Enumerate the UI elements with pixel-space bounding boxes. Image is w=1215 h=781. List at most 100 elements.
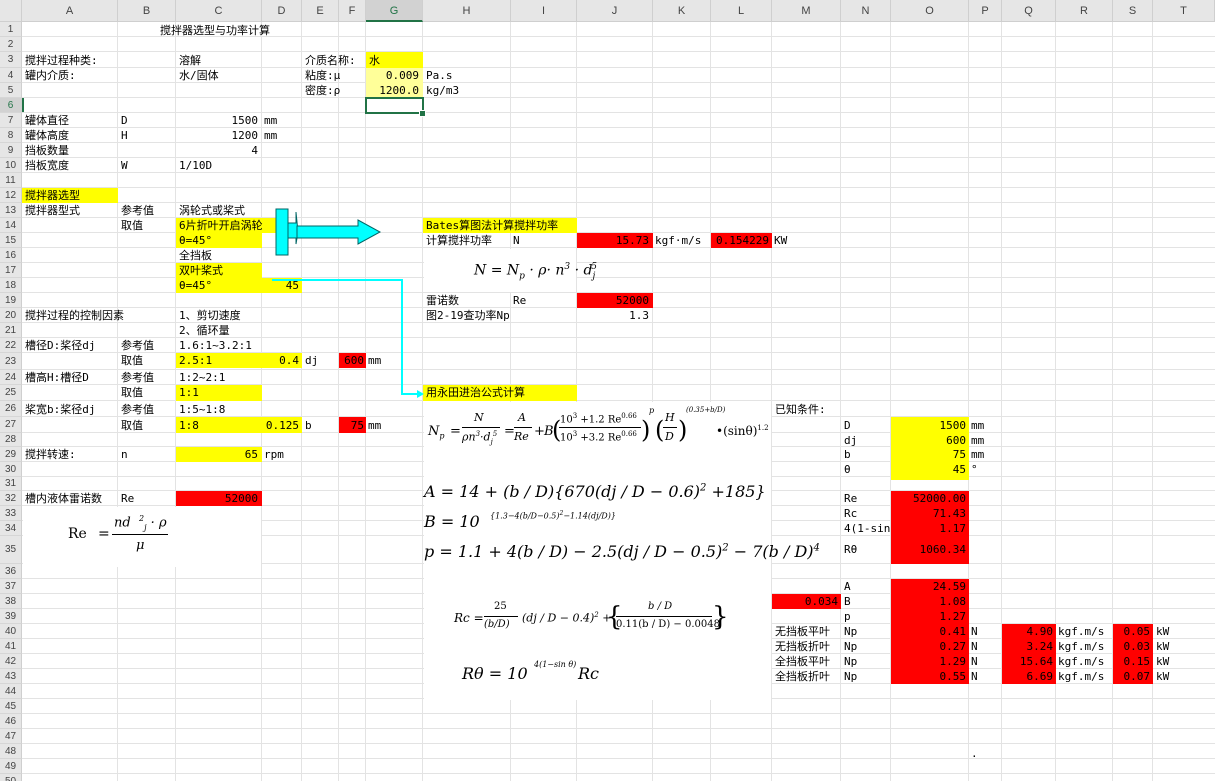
m38-value[interactable]: 0.034	[772, 594, 838, 609]
row-header-47[interactable]: 47	[0, 729, 22, 744]
bates-re-value[interactable]: 52000	[577, 293, 649, 308]
control-factor1[interactable]: 1、剪切速度	[179, 308, 241, 323]
row-header-8[interactable]: 8	[0, 128, 22, 143]
known-unit[interactable]: mm	[971, 447, 984, 462]
row-header-31[interactable]: 31	[0, 477, 22, 491]
result-sym[interactable]: Np	[844, 624, 857, 639]
result-kw-unit[interactable]: kW	[1156, 639, 1169, 654]
row-header-34[interactable]: 34	[0, 521, 22, 536]
row-header-6[interactable]: 6	[0, 98, 22, 113]
reynolds-value[interactable]: 52000	[176, 491, 258, 506]
row-header-33[interactable]: 33	[0, 506, 22, 521]
row-header-22[interactable]: 22	[0, 338, 22, 353]
row-header-12[interactable]: 12	[0, 188, 22, 203]
height-sym[interactable]: H	[121, 128, 128, 143]
calc-sym[interactable]: Rc	[844, 506, 857, 521]
result-kw-unit[interactable]: kW	[1156, 624, 1169, 639]
result-label[interactable]: 全挡板折叶	[775, 669, 830, 684]
row-header-3[interactable]: 3	[0, 52, 22, 68]
b-ref-value[interactable]: 1:5~1:8	[179, 402, 225, 417]
result-unit[interactable]: kgf.m/s	[1058, 669, 1104, 684]
row-header-38[interactable]: 38	[0, 594, 22, 609]
known-unit[interactable]: °	[971, 462, 978, 477]
row-header-21[interactable]: 21	[0, 323, 22, 338]
dj-take-label[interactable]: 取值	[121, 353, 143, 368]
coef-value[interactable]: 1.27	[891, 609, 967, 624]
agitator-take-label[interactable]: 取值	[121, 218, 143, 233]
row-header-14[interactable]: 14	[0, 218, 22, 233]
diameter-sym[interactable]: D	[121, 113, 128, 128]
col-header-n[interactable]: N	[841, 0, 891, 22]
col-header-q[interactable]: Q	[1002, 0, 1056, 22]
height-label[interactable]: 罐体高度	[25, 128, 69, 143]
h-take-value[interactable]: 1:1	[179, 385, 199, 400]
h-label[interactable]: 槽高H:槽径D	[25, 370, 89, 385]
col-header-m[interactable]: M	[772, 0, 841, 22]
viscosity-unit[interactable]: Pa.s	[426, 68, 453, 83]
known-sym[interactable]: D	[844, 418, 851, 433]
calc-sym[interactable]: 4(1-sin	[844, 521, 890, 536]
col-header-s[interactable]: S	[1113, 0, 1153, 22]
row-header-35[interactable]: 35	[0, 536, 22, 564]
coef-sym[interactable]: A	[844, 579, 851, 594]
baffle-width-label[interactable]: 挡板宽度	[25, 158, 69, 173]
b-take-label[interactable]: 取值	[121, 418, 143, 433]
known-label[interactable]: 已知条件:	[775, 402, 826, 417]
calc-sym[interactable]: Re	[844, 491, 857, 506]
bates-power-value[interactable]: 15.73	[577, 233, 649, 248]
row-header-30[interactable]: 30	[0, 462, 22, 477]
row-header-46[interactable]: 46	[0, 714, 22, 729]
result-label[interactable]: 全挡板平叶	[775, 654, 830, 669]
sheet-title[interactable]: 搅拌器选型与功率计算	[160, 23, 270, 38]
calc-value[interactable]: 1.17	[891, 521, 967, 536]
coef-sym[interactable]: B	[844, 594, 851, 609]
col-header-f[interactable]: F	[339, 0, 366, 22]
b-take-value[interactable]: 1:8	[179, 418, 199, 433]
row-header-26[interactable]: 26	[0, 401, 22, 417]
row-header-15[interactable]: 15	[0, 233, 22, 248]
result-kw[interactable]: 0.05	[1113, 624, 1151, 639]
row-header-43[interactable]: 43	[0, 669, 22, 684]
coef-value[interactable]: 24.59	[891, 579, 966, 594]
calc-value[interactable]: 71.43	[891, 506, 966, 521]
height-unit[interactable]: mm	[264, 128, 277, 143]
row-header-29[interactable]: 29	[0, 447, 22, 462]
row-header-37[interactable]: 37	[0, 579, 22, 594]
row-header-49[interactable]: 49	[0, 759, 22, 774]
col-header-p[interactable]: P	[969, 0, 1002, 22]
row-header-1[interactable]: 1	[0, 22, 22, 37]
process-value[interactable]: 溶解	[179, 53, 201, 68]
row-header-20[interactable]: 20	[0, 308, 22, 323]
baffle-count-label[interactable]: 挡板数量	[25, 143, 69, 158]
density-unit[interactable]: kg/m3	[426, 83, 459, 98]
dj-unit[interactable]: mm	[368, 353, 381, 368]
dj-ref-value[interactable]: 1.6:1~3.2:1	[179, 338, 252, 353]
full-baffle-label[interactable]: 全挡板	[179, 248, 212, 263]
agitator-ref-label[interactable]: 参考值	[121, 203, 154, 218]
density-label[interactable]: 密度:ρ	[305, 83, 340, 98]
known-sym[interactable]: dj	[844, 433, 857, 448]
baffle-count-value[interactable]: 4	[176, 143, 258, 158]
row-header-39[interactable]: 39	[0, 609, 22, 624]
b-ratio[interactable]: 0.125	[262, 418, 299, 433]
selection-section-label[interactable]: 搅拌器选型	[25, 188, 80, 203]
known-value[interactable]: 75	[891, 447, 966, 462]
viscosity-label[interactable]: 粘度:μ	[305, 68, 340, 83]
col-header-h[interactable]: H	[423, 0, 511, 22]
row-header-41[interactable]: 41	[0, 639, 22, 654]
bates-power-unit[interactable]: kgf·m/s	[655, 233, 701, 248]
col-header-o[interactable]: O	[891, 0, 969, 22]
b-unit[interactable]: mm	[368, 418, 381, 433]
result-kw[interactable]: 0.15	[1113, 654, 1151, 669]
row-header-23[interactable]: 23	[0, 353, 22, 370]
dj-result[interactable]: 600	[339, 353, 364, 368]
result-np[interactable]: 0.27	[891, 639, 967, 654]
row-header-48[interactable]: 48	[0, 744, 22, 759]
row-header-9[interactable]: 9	[0, 143, 22, 158]
select-all-corner[interactable]	[0, 0, 22, 22]
medium-name-label[interactable]: 介质名称:	[305, 53, 356, 68]
row-header-10[interactable]: 10	[0, 158, 22, 173]
result-power[interactable]: 4.90	[1002, 624, 1054, 639]
dj-ratio[interactable]: 0.4	[262, 353, 299, 368]
col-header-a[interactable]: A	[22, 0, 118, 22]
